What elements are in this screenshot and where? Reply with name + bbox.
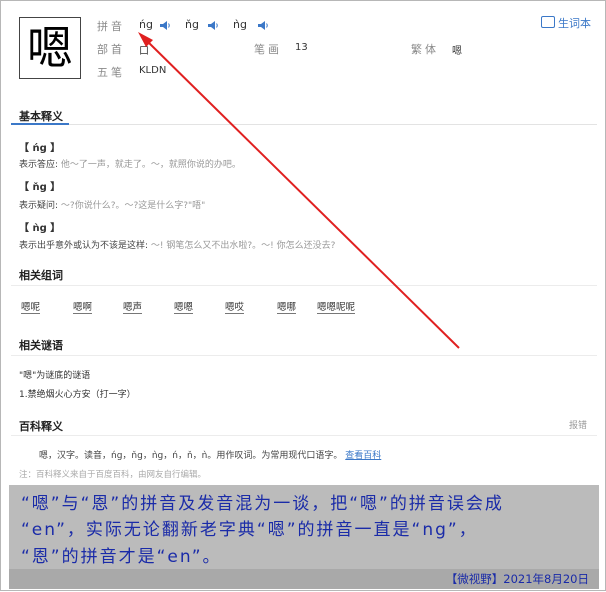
- page-frame: 嗯 拼音 ńg ňg ǹg 部首 口 笔画 13 繁体 嗯 五笔 KLDN 生词…: [0, 0, 606, 591]
- caption-line: “恩”的拼音才是“en”。: [21, 547, 222, 567]
- caption-line: “en”，实际无论翻新老字典“嗯”的拼音一直是“ng”，: [21, 520, 478, 540]
- footer-date: 【微视野】2021年8月20日: [445, 572, 589, 586]
- caption-line: “嗯”与“恩”的拼音及发音混为一谈，把“嗯”的拼音误会成: [21, 494, 504, 514]
- footer-bar: 【微视野】2021年8月20日: [9, 569, 599, 589]
- caption-banner: “嗯”与“恩”的拼音及发音混为一谈，把“嗯”的拼音误会成 “en”，实际无论翻新…: [9, 485, 599, 569]
